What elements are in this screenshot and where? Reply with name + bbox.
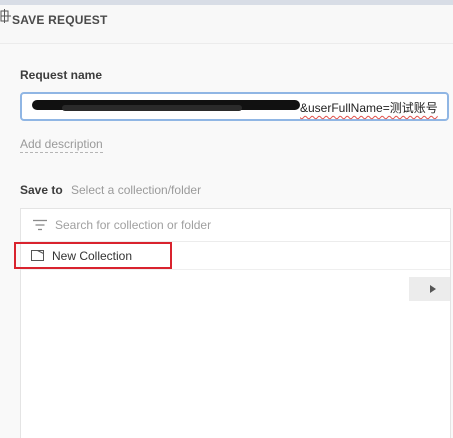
modal-header: SAVE REQUEST bbox=[0, 5, 453, 44]
save-to-hint: Select a collection/folder bbox=[71, 183, 202, 197]
chevron-right-icon bbox=[430, 285, 436, 293]
redacted-text-overlay bbox=[62, 105, 242, 111]
drag-handle-icon[interactable] bbox=[0, 9, 12, 23]
expand-button[interactable] bbox=[409, 277, 450, 301]
request-name-input[interactable]: &userFullName=测试账号 bbox=[20, 92, 449, 121]
request-name-label: Request name bbox=[20, 68, 103, 82]
request-name-value: &userFullName=测试账号 bbox=[300, 101, 438, 115]
collection-item-label: New Collection bbox=[52, 249, 133, 263]
modal-title: SAVE REQUEST bbox=[12, 13, 108, 27]
collection-icon bbox=[31, 250, 44, 261]
collection-item-new-collection[interactable]: New Collection bbox=[14, 242, 172, 269]
add-description-link[interactable]: Add description bbox=[20, 137, 103, 153]
collection-search-row bbox=[21, 209, 450, 242]
save-to-label: Save to bbox=[20, 183, 63, 197]
row-divider bbox=[21, 269, 450, 270]
filter-icon bbox=[33, 219, 47, 231]
collection-search-input[interactable] bbox=[55, 215, 435, 235]
collection-browser: New Collection bbox=[14, 208, 451, 438]
save-request-body: Request name &userFullName=测试账号 Add desc… bbox=[0, 44, 453, 438]
